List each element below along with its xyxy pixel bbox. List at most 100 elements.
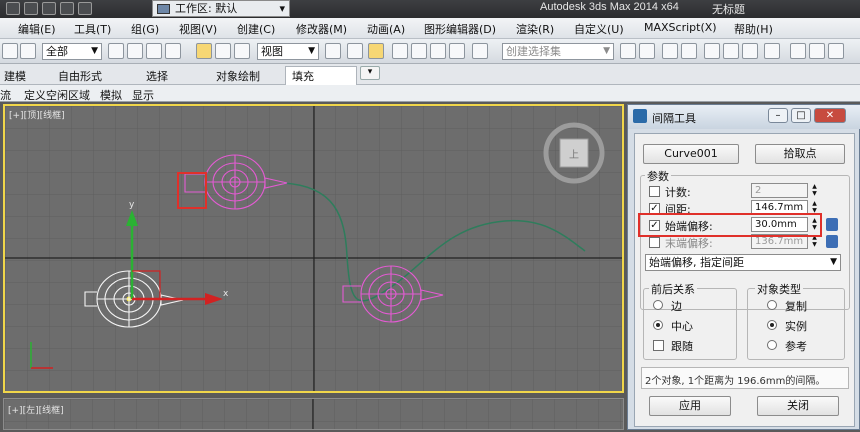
- spacing-mode-dropdown[interactable]: 始端偏移, 指定间距 ▼: [645, 254, 841, 271]
- chevron-down-icon: ▼: [308, 46, 315, 56]
- close-button[interactable]: 关闭: [757, 396, 839, 416]
- graphite-toggle-icon[interactable]: [704, 43, 720, 59]
- top-viewport[interactable]: y x 上 [+][顶][线框]: [3, 104, 624, 393]
- app-title: Autodesk 3ds Max 2014 x64: [540, 1, 679, 13]
- menu-customize[interactable]: 自定义(U): [574, 21, 624, 37]
- tab-selection[interactable]: 选择: [146, 68, 168, 84]
- panel-define-idle-areas[interactable]: 定义空闲区域: [24, 87, 90, 103]
- window-crossing-icon[interactable]: [165, 43, 181, 59]
- angle-snap-icon[interactable]: [411, 43, 427, 59]
- menu-tools[interactable]: 工具(T): [74, 21, 111, 37]
- snap-toggle-icon[interactable]: [392, 43, 408, 59]
- context-group-label: 前后关系: [649, 281, 697, 297]
- workspace-selector[interactable]: 工作区: 默认 ▾: [152, 0, 290, 17]
- pick-points-button[interactable]: 拾取点: [755, 144, 845, 164]
- tab-modeling[interactable]: 建模: [4, 68, 26, 84]
- tab-populate[interactable]: 填充: [285, 66, 357, 86]
- count-checkbox[interactable]: [649, 186, 660, 197]
- menu-rendering[interactable]: 渲染(R): [516, 21, 554, 37]
- spinner-snap-icon[interactable]: [449, 43, 465, 59]
- dialog-title: 间隔工具: [652, 112, 696, 125]
- named-selection-set-field[interactable]: 创建选择集 ▼: [502, 43, 614, 60]
- menu-edit[interactable]: 编辑(E): [18, 21, 56, 37]
- render-icon[interactable]: [828, 43, 844, 59]
- keyboard-shortcut-icon[interactable]: [368, 43, 384, 59]
- context-center-radio[interactable]: [653, 320, 663, 330]
- menu-view[interactable]: 视图(V): [179, 21, 217, 37]
- mirror-icon[interactable]: [620, 43, 636, 59]
- link-icon[interactable]: [20, 43, 36, 59]
- menu-maxscript[interactable]: MAXScript(X): [644, 21, 717, 34]
- menu-group[interactable]: 组(G): [131, 21, 159, 37]
- left-viewport-canvas: [4, 399, 623, 429]
- minimize-button[interactable]: –: [768, 108, 788, 123]
- select-object-icon[interactable]: [108, 43, 124, 59]
- menu-animation[interactable]: 动画(A): [367, 21, 405, 37]
- menu-create[interactable]: 创建(C): [237, 21, 275, 37]
- spacing-tool-dialog: 间隔工具 – □ ✕ Curve001 拾取点 参数 计数: 2 ▲ ▼ ✓ 间距…: [627, 104, 860, 430]
- end-offset-lock-icon[interactable]: [826, 235, 838, 248]
- percent-snap-icon[interactable]: [430, 43, 446, 59]
- tab-object-paint[interactable]: 对象绘制: [216, 68, 260, 84]
- schematic-view-icon[interactable]: [742, 43, 758, 59]
- rotate-icon[interactable]: [215, 43, 231, 59]
- ribbon-tabs: 建模 自由形式 选择 对象绘制 填充 ▾: [0, 64, 860, 86]
- pick-path-button[interactable]: Curve001: [643, 144, 739, 164]
- align-icon[interactable]: [639, 43, 655, 59]
- end-offset-label: 末端偏移:: [665, 237, 713, 250]
- redo-icon[interactable]: [78, 2, 92, 15]
- left-viewport-label[interactable]: [+][左][线框]: [8, 403, 64, 416]
- menu-graph-editors[interactable]: 图形编辑器(D): [424, 21, 496, 37]
- maximize-button[interactable]: □: [791, 108, 811, 123]
- left-viewport[interactable]: [+][左][线框]: [3, 398, 624, 430]
- panel-display[interactable]: 显示: [132, 87, 154, 103]
- type-instance-label: 实例: [785, 320, 807, 333]
- panel-simulate[interactable]: 模拟: [100, 87, 122, 103]
- tab-freeform[interactable]: 自由形式: [58, 68, 102, 84]
- start-offset-lock-icon[interactable]: [826, 218, 838, 231]
- end-offset-checkbox[interactable]: [649, 237, 660, 248]
- panel-flows[interactable]: 流: [0, 87, 11, 103]
- move-icon[interactable]: [196, 43, 212, 59]
- dialog-title-bar: 间隔工具 – □ ✕: [628, 105, 860, 129]
- named-selection-placeholder: 创建选择集: [506, 45, 561, 58]
- viewport-canvas: y x 上: [5, 106, 622, 391]
- undo-icon[interactable]: [60, 2, 74, 15]
- edit-named-sel-icon[interactable]: [472, 43, 488, 59]
- count-spinner[interactable]: ▲ ▼: [810, 183, 819, 198]
- viewport-label[interactable]: [+][顶][线框]: [9, 108, 65, 121]
- reference-coord-dropdown[interactable]: 视图 ▼: [257, 43, 319, 60]
- open-file-icon[interactable]: [24, 2, 38, 15]
- title-bar: 工作区: 默认 ▾ Autodesk 3ds Max 2014 x64 无标题: [0, 0, 860, 18]
- select-manipulate-icon[interactable]: [347, 43, 363, 59]
- menu-modifiers[interactable]: 修改器(M): [296, 21, 347, 37]
- rect-selection-icon[interactable]: [146, 43, 162, 59]
- render-setup-icon[interactable]: [790, 43, 806, 59]
- apply-button[interactable]: 应用: [649, 396, 731, 416]
- pivot-icon[interactable]: [325, 43, 341, 59]
- layer-manager-icon[interactable]: [662, 43, 678, 59]
- ribbon-options-button[interactable]: ▾: [360, 66, 380, 80]
- type-reference-radio[interactable]: [767, 340, 777, 350]
- selection-filter-dropdown[interactable]: 全部 ▼: [42, 43, 102, 60]
- layers-icon[interactable]: [681, 43, 697, 59]
- undo-icon[interactable]: [2, 43, 18, 59]
- menu-help[interactable]: 帮助(H): [734, 21, 773, 37]
- viewcube-label: 上: [569, 149, 579, 161]
- type-instance-radio[interactable]: [767, 320, 777, 330]
- type-copy-radio[interactable]: [767, 300, 777, 310]
- context-edge-radio[interactable]: [653, 300, 663, 310]
- follow-checkbox[interactable]: [653, 340, 664, 351]
- highlight-box-teapot: [177, 172, 207, 209]
- rendered-frame-icon[interactable]: [809, 43, 825, 59]
- scale-icon[interactable]: [234, 43, 250, 59]
- new-file-icon[interactable]: [6, 2, 20, 15]
- material-editor-icon[interactable]: [764, 43, 780, 59]
- select-by-name-icon[interactable]: [127, 43, 143, 59]
- workspace-label: 工作区: 默认: [175, 2, 238, 15]
- count-field[interactable]: 2: [751, 183, 808, 198]
- highlight-box-start-offset: [638, 213, 822, 237]
- curve-editor-icon[interactable]: [723, 43, 739, 59]
- close-icon[interactable]: ✕: [814, 108, 846, 123]
- save-icon[interactable]: [42, 2, 56, 15]
